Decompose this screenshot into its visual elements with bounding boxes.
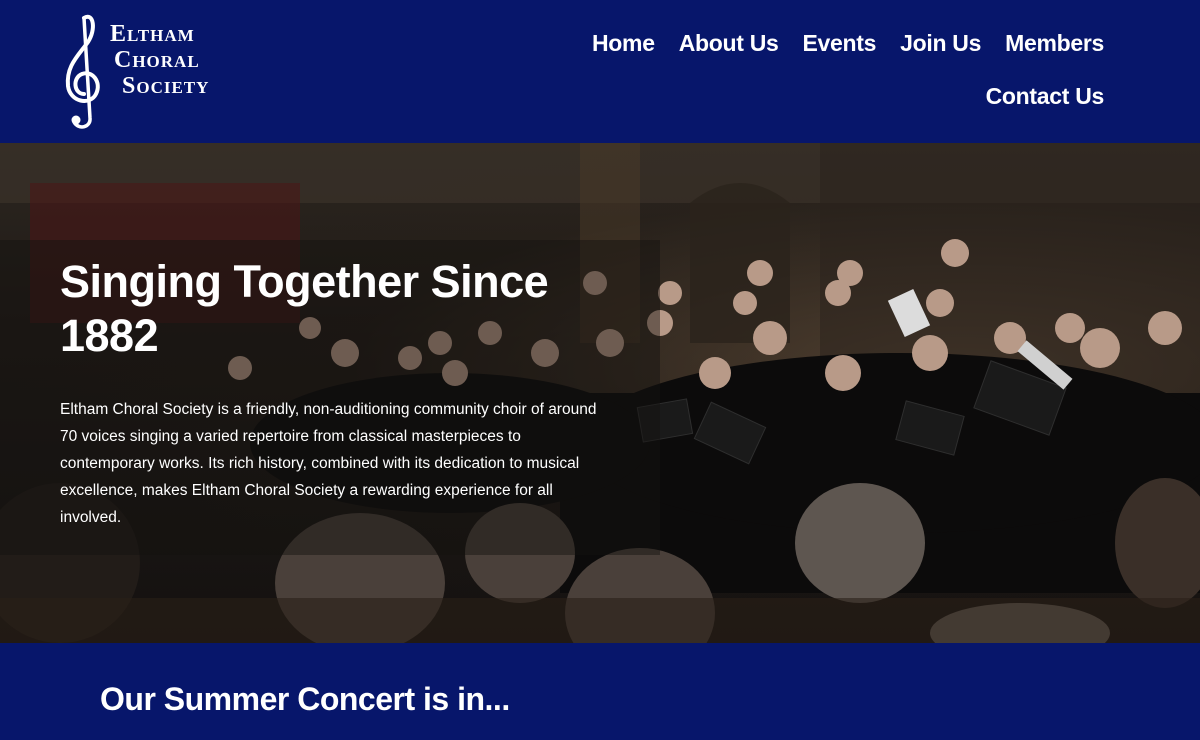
logo-line-2: Choral bbox=[114, 47, 200, 73]
logo-wordmark: Eltham Choral Society bbox=[110, 22, 209, 100]
treble-clef-icon bbox=[65, 14, 100, 129]
concert-countdown-section: Our Summer Concert is in... bbox=[0, 643, 1200, 740]
site-logo[interactable]: Eltham Choral Society bbox=[60, 10, 250, 132]
nav-join-us[interactable]: Join Us bbox=[900, 30, 981, 57]
nav-contact-us[interactable]: Contact Us bbox=[986, 83, 1105, 110]
hero-section: Singing Together Since 1882 Eltham Chora… bbox=[0, 143, 1200, 643]
nav-about-us[interactable]: About Us bbox=[679, 30, 779, 57]
concert-countdown-heading: Our Summer Concert is in... bbox=[100, 681, 510, 717]
logo-line-3: Society bbox=[122, 73, 210, 99]
main-nav: Home About Us Events Join Us Members Con… bbox=[544, 30, 1104, 110]
nav-home[interactable]: Home bbox=[592, 30, 655, 57]
site-header: Eltham Choral Society Home About Us Even… bbox=[0, 0, 1200, 143]
hero-title: Singing Together Since 1882 bbox=[60, 256, 549, 361]
hero-description: Eltham Choral Society is a friendly, non… bbox=[60, 401, 597, 526]
nav-events[interactable]: Events bbox=[803, 30, 877, 57]
nav-members[interactable]: Members bbox=[1005, 30, 1104, 57]
logo-line-1: Eltham bbox=[110, 21, 195, 47]
